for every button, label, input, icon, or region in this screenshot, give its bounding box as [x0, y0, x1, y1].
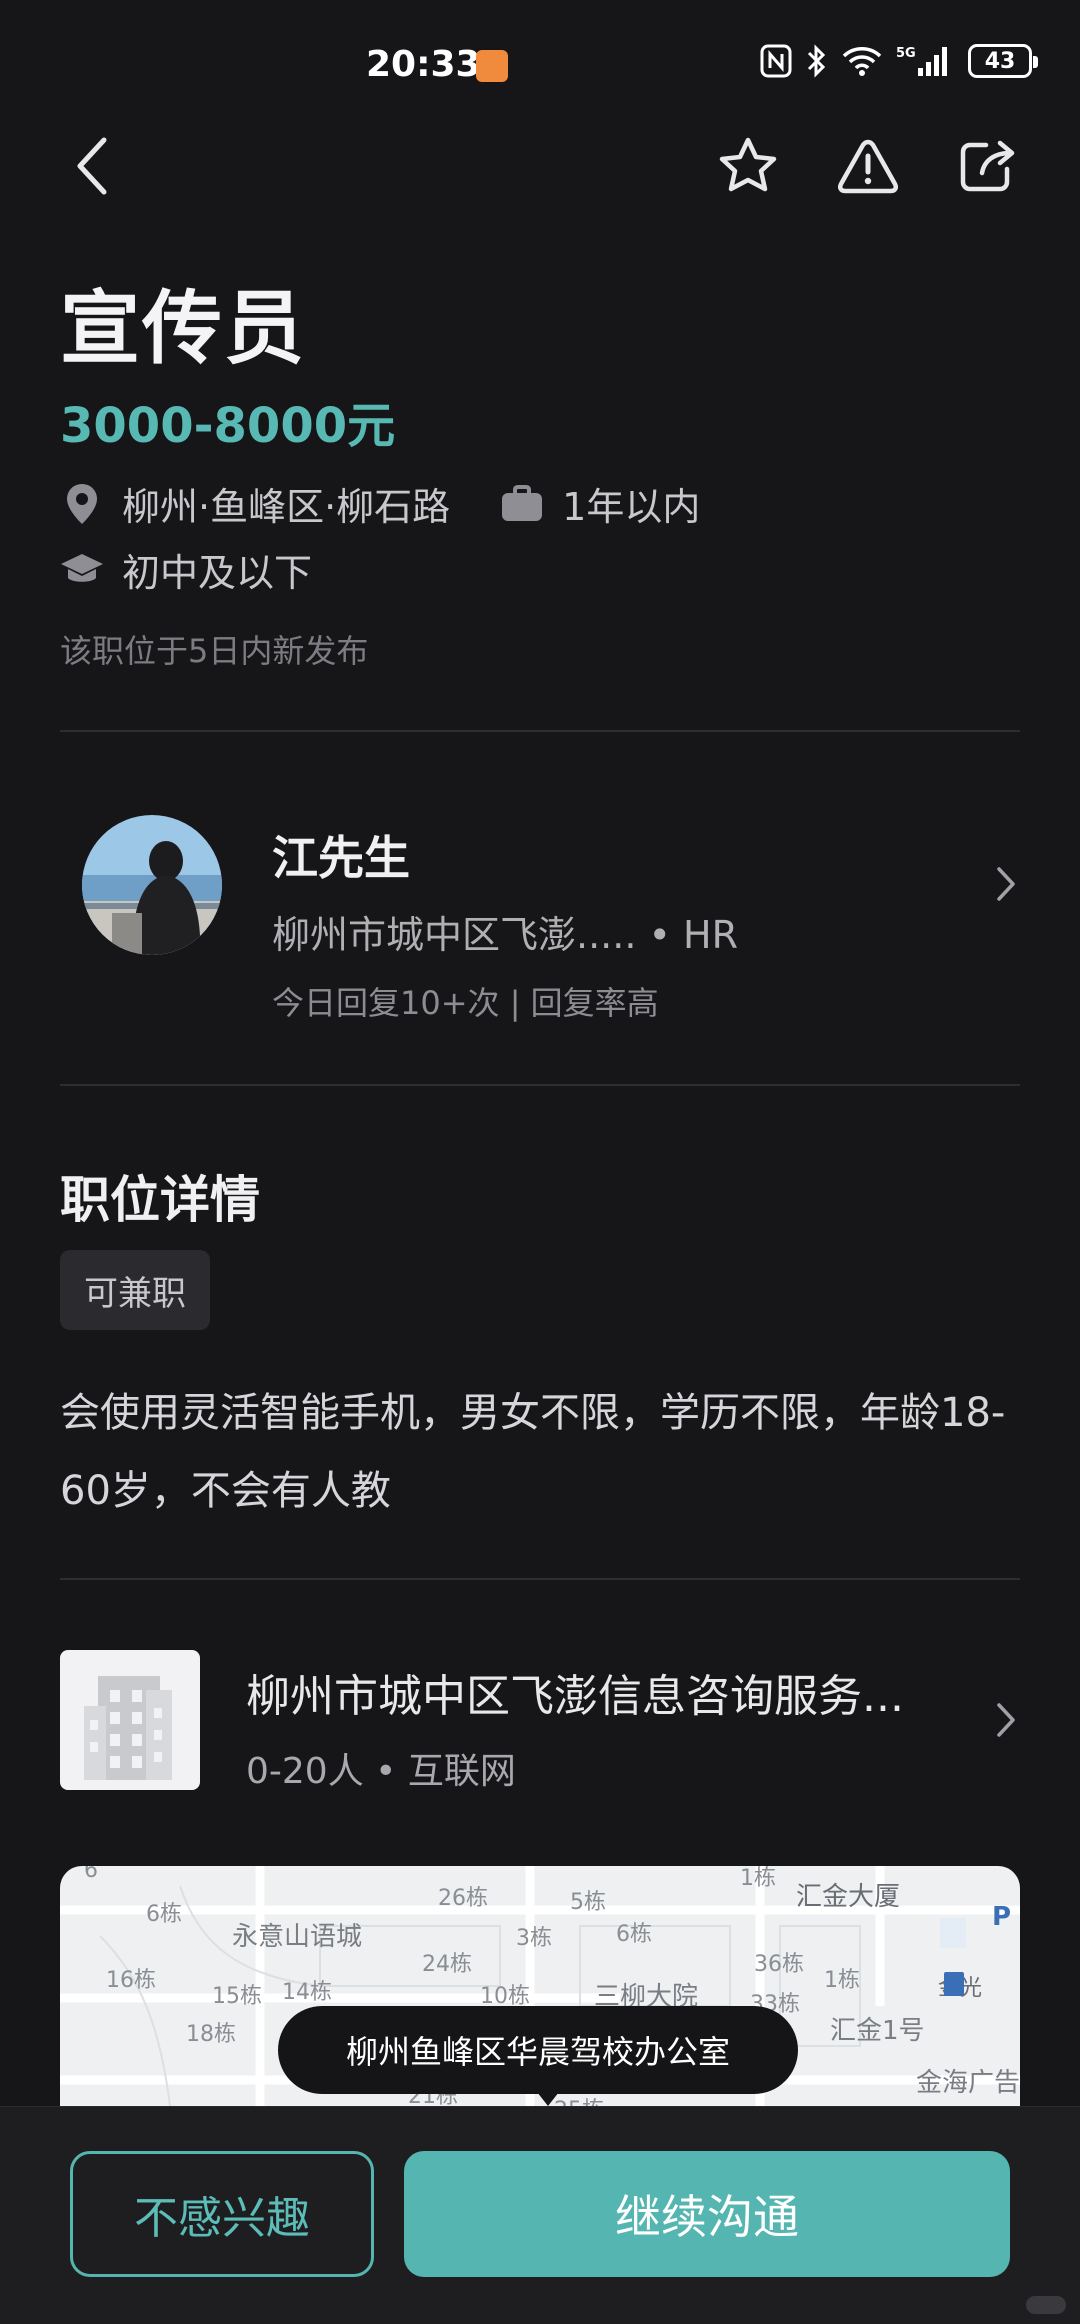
map-label: 36栋 [754, 1952, 804, 1977]
notification-app-icon [476, 50, 508, 82]
favorite-button[interactable] [708, 126, 788, 206]
recruiter-reply-stats: 今日回复10+次 | 回复率高 [272, 984, 659, 1022]
location-pin-icon [60, 482, 104, 526]
divider [60, 730, 1020, 732]
map-label: 1栋 [740, 1866, 776, 1891]
job-salary: 3000-8000元 [60, 398, 396, 454]
back-button[interactable] [52, 126, 132, 206]
job-detail-page: 20:33 5G 43 宣传员 3000-8000元 柳州·鱼峰区·柳石路 1年… [0, 0, 1080, 2324]
job-meta-row-1: 柳州·鱼峰区·柳石路 1年以内 [60, 476, 700, 531]
map-label: 金海广告 [916, 2068, 1020, 2098]
job-details-title: 职位详情 [60, 1171, 260, 1229]
map-label: 6栋 [146, 1902, 182, 1927]
svg-text:5G: 5G [896, 46, 916, 61]
job-description: 会使用灵活智能手机，男女不限，学历不限，年龄18-60岁，不会有人教 [60, 1390, 1006, 1514]
report-button[interactable] [828, 126, 908, 206]
job-title: 宣传员 [60, 282, 306, 375]
not-interested-button[interactable]: 不感兴趣 [70, 2151, 374, 2277]
company-meta-line: 0-20人 • 互联网 [246, 1742, 516, 1794]
job-experience: 1年以内 [562, 485, 701, 529]
map-label: 永意山语城 [232, 1922, 363, 1952]
company-card[interactable]: 柳州市城中区飞澎信息咨询服务... 0-20人 • 互联网 [60, 1650, 1020, 1792]
recruiter-card[interactable]: 江先生 柳州市城中区飞澎..... • HR 今日回复10+次 | 回复率高 [60, 780, 1020, 1030]
map-label: 14栋 [282, 1980, 332, 2005]
part-time-tag: 可兼职 [60, 1250, 210, 1330]
status-bar: 20:33 5G 43 [0, 0, 1080, 120]
briefcase-icon [500, 482, 544, 526]
chevron-right-icon [997, 1703, 1015, 1737]
map-label: 6栋 [616, 1922, 652, 1947]
share-button[interactable] [948, 126, 1028, 206]
signal-5g-icon: 5G [896, 46, 947, 76]
map-label: 3栋 [516, 1926, 552, 1951]
recruiter-role: HR [683, 913, 738, 957]
map-address-tooltip: 柳州鱼峰区华晨驾校办公室 [278, 2006, 799, 2094]
separator-dot: • [648, 913, 683, 957]
map-label: 24栋 [422, 1952, 472, 1977]
map-label: 15栋 [212, 1984, 262, 2009]
chevron-right-icon [997, 867, 1015, 901]
back-arrow-icon [77, 137, 107, 195]
recruiter-company-line: 柳州市城中区飞澎..... • HR [272, 904, 738, 959]
graduation-cap-icon [60, 548, 104, 592]
bottom-action-bar: 不感兴趣 继续沟通 [0, 2106, 1080, 2324]
nfc-icon [760, 44, 792, 78]
map-label: 18栋 [186, 2022, 236, 2047]
battery-level: 43 [984, 48, 1016, 74]
recruiter-name: 江先生 [272, 831, 410, 885]
map-label: 汇金1号 [830, 2016, 925, 2046]
status-icons: 5G 43 [760, 44, 1038, 78]
map-label: 1栋 [824, 1968, 860, 1993]
posted-notice: 该职位于5日内新发布 [60, 632, 369, 670]
map-label: 6 [84, 1866, 98, 1883]
building-poi-icon [944, 1972, 964, 1996]
company-size: 0-20人 [246, 1751, 364, 1792]
job-education: 初中及以下 [122, 551, 313, 595]
parking-icon: P [992, 1902, 1012, 1932]
job-location: 柳州·鱼峰区·柳石路 [122, 485, 451, 529]
top-nav-bar [0, 120, 1080, 210]
company-industry: 互联网 [407, 1751, 516, 1792]
watermark-badge [1026, 2296, 1066, 2314]
continue-chat-button[interactable]: 继续沟通 [404, 2151, 1010, 2277]
warning-icon [837, 139, 899, 194]
separator-dot: • [375, 1751, 408, 1792]
wifi-icon [842, 47, 882, 76]
company-name: 柳州市城中区飞澎信息咨询服务... [246, 1671, 904, 1722]
status-time: 20:33 [366, 44, 481, 85]
divider [60, 1578, 1020, 1580]
job-meta-row-2: 初中及以下 [60, 542, 312, 597]
battery-indicator: 43 [968, 44, 1038, 78]
map-label: 汇金大厦 [796, 1882, 901, 1912]
divider [60, 1084, 1020, 1086]
map-label: 5栋 [570, 1890, 606, 1915]
share-icon [960, 140, 1015, 192]
map-label: 26栋 [438, 1886, 488, 1911]
recruiter-avatar [82, 815, 222, 955]
bluetooth-icon [807, 44, 826, 78]
map-label: 16栋 [106, 1968, 156, 1993]
tooltip-pointer [537, 2092, 559, 2106]
star-icon [719, 137, 777, 192]
company-building-icon [60, 1650, 200, 1790]
recruiter-company: 柳州市城中区飞澎..... [272, 913, 637, 957]
